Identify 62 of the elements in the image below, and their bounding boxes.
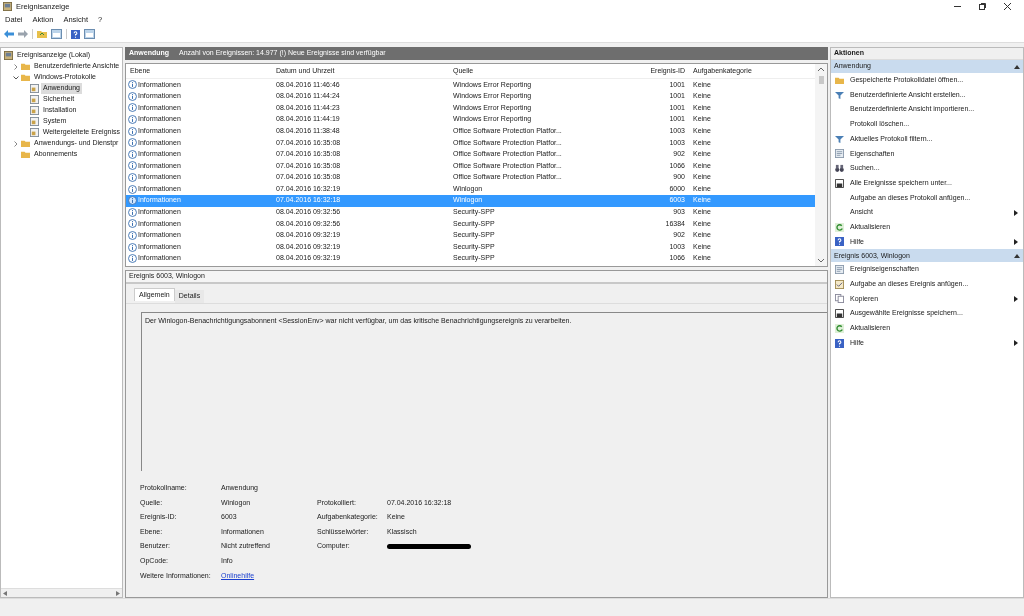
log-icon	[30, 106, 39, 115]
info-icon	[128, 219, 137, 229]
forward-arrow-icon[interactable]	[18, 30, 28, 38]
info-icon	[128, 231, 137, 240]
back-arrow-icon[interactable]	[4, 30, 14, 38]
info-icon	[128, 149, 137, 159]
info-icon	[128, 254, 137, 264]
info-icon	[128, 184, 137, 194]
info-icon	[128, 91, 137, 101]
computer-icon	[4, 51, 13, 60]
computer-icon	[3, 2, 12, 11]
properties-icon	[835, 149, 844, 159]
help-icon	[71, 29, 80, 39]
refresh-icon	[835, 323, 844, 333]
log-icon	[29, 128, 39, 137]
submenu-arrow-icon	[1014, 209, 1018, 216]
copy-icon	[835, 294, 844, 304]
info-icon	[128, 126, 137, 136]
expand-chevron-icon[interactable]	[13, 140, 19, 147]
info-icon	[128, 161, 137, 171]
save-icon	[835, 309, 844, 319]
help-icon	[835, 237, 844, 247]
info-icon	[128, 196, 137, 206]
info-icon	[128, 80, 137, 90]
submenu-arrow-icon	[1014, 340, 1018, 347]
minimize-icon[interactable]	[954, 3, 961, 10]
folder-toolbar-icon[interactable]	[37, 29, 47, 39]
help-icon	[835, 338, 844, 348]
info-icon	[128, 115, 137, 125]
filter-icon	[835, 134, 844, 144]
collapse-chevron-icon[interactable]	[13, 74, 19, 81]
properties-icon	[835, 265, 844, 275]
filter-icon	[835, 90, 844, 100]
save-icon	[835, 178, 844, 188]
binoculars-icon	[835, 163, 844, 173]
info-icon	[128, 207, 137, 217]
scroll-thumb[interactable]	[818, 76, 824, 84]
scroll-left-icon[interactable]	[3, 590, 7, 596]
collapse-icon[interactable]	[1014, 253, 1020, 258]
collapse-icon[interactable]	[1014, 64, 1020, 69]
panel-icon[interactable]	[84, 29, 95, 39]
info-icon	[128, 138, 137, 148]
restore-icon[interactable]	[979, 3, 986, 10]
log-icon	[30, 117, 39, 126]
scroll-down-icon[interactable]	[818, 259, 824, 263]
refresh-icon	[835, 222, 844, 232]
log-icon	[30, 95, 39, 104]
scroll-up-icon[interactable]	[818, 67, 824, 71]
task-icon	[835, 279, 844, 289]
panel-icon[interactable]	[51, 29, 62, 39]
log-icon	[30, 84, 39, 93]
expand-chevron-icon[interactable]	[13, 63, 19, 70]
submenu-arrow-icon	[1014, 295, 1018, 302]
scroll-right-icon[interactable]	[116, 590, 120, 596]
submenu-arrow-icon	[1014, 238, 1018, 245]
close-icon[interactable]	[1004, 3, 1011, 10]
vertical-scrollbar[interactable]	[815, 64, 827, 266]
info-icon	[128, 242, 137, 252]
info-icon	[128, 173, 137, 183]
horizontal-scrollbar[interactable]	[1, 588, 122, 597]
folder-icon	[835, 75, 844, 85]
info-icon	[128, 103, 137, 113]
